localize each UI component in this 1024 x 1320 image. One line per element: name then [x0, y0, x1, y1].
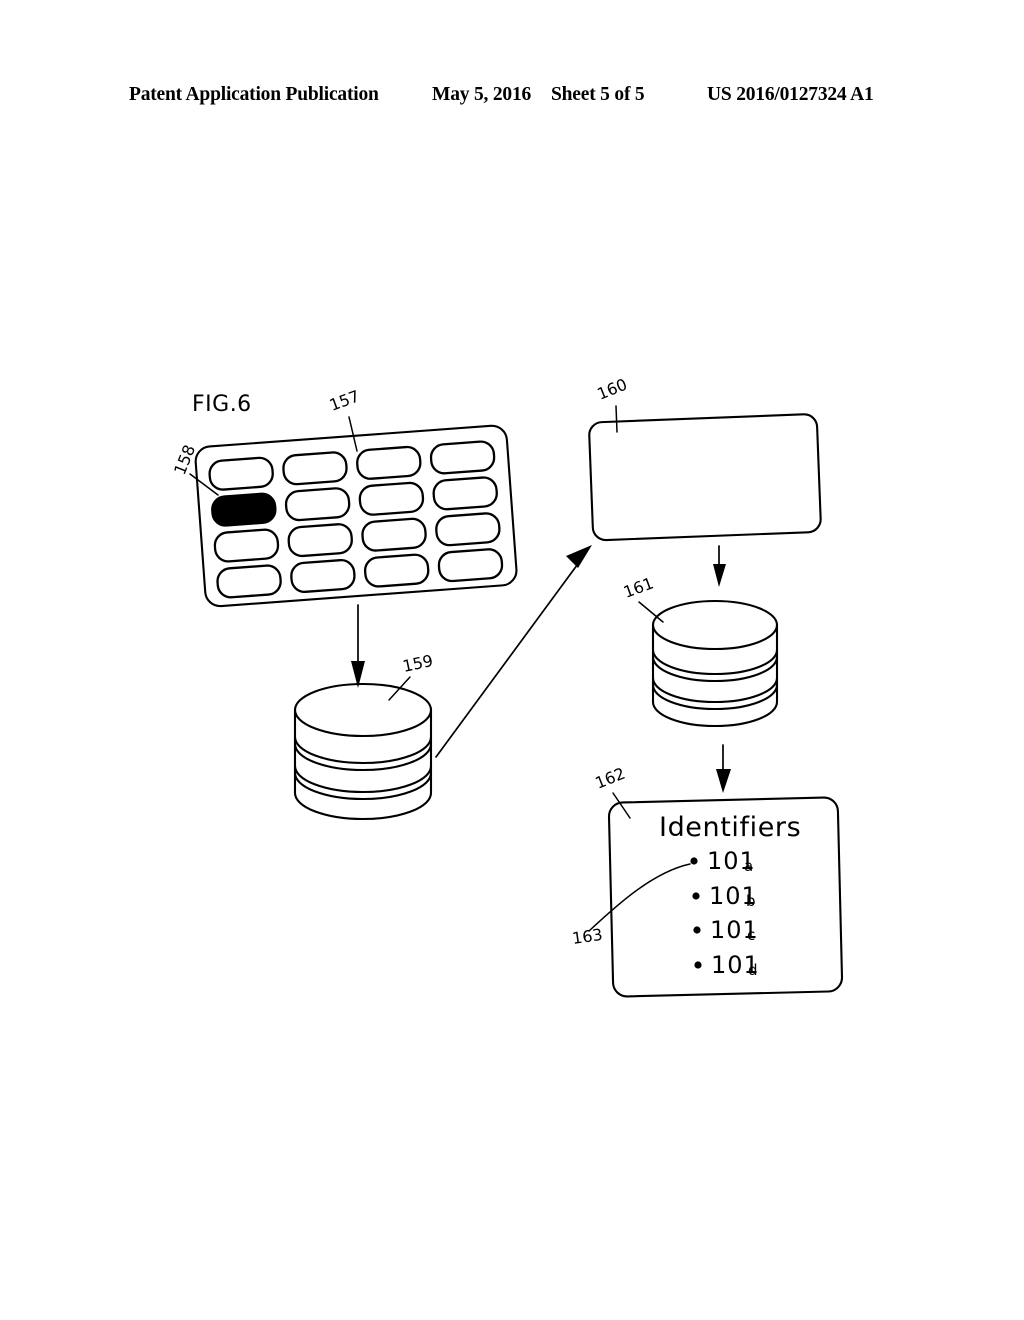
- blister-cell[interactable]: [213, 528, 280, 563]
- blister-cell[interactable]: [284, 487, 351, 522]
- reference-162-text: 162: [592, 764, 627, 793]
- bullet-icon: [694, 961, 702, 969]
- blister-cell-selected[interactable]: [211, 492, 277, 527]
- blister-cell[interactable]: [435, 512, 501, 547]
- bullet-icon: [690, 857, 698, 865]
- database-159[interactable]: [293, 682, 433, 821]
- list-item[interactable]: 101 d: [694, 951, 759, 979]
- blister-cell[interactable]: [287, 523, 353, 558]
- blister-cell[interactable]: [208, 456, 274, 491]
- database-161[interactable]: [651, 599, 779, 728]
- identifiers-list: 101 a 101 b 101 c 101 d: [690, 847, 759, 979]
- blister-cell[interactable]: [429, 440, 496, 475]
- identifier-subscript: b: [746, 892, 756, 910]
- reference-160-text: 160: [594, 375, 629, 404]
- blister-cell[interactable]: [290, 559, 356, 594]
- patent-figure-drawing: FIG.6 157 158 159 160 161 162 Identifier…: [0, 0, 1024, 1320]
- reference-161: 161: [621, 573, 664, 623]
- arrow-pack-to-db1: [351, 604, 365, 688]
- reference-163-text: 163: [571, 925, 604, 948]
- blister-cell[interactable]: [356, 445, 422, 480]
- reference-157: 157: [327, 386, 362, 452]
- device-box-160[interactable]: [588, 413, 822, 542]
- bullet-icon: [693, 926, 701, 934]
- reference-158-text: 158: [170, 442, 199, 477]
- list-item[interactable]: 101 b: [692, 882, 757, 910]
- identifier-subscript: c: [747, 926, 755, 944]
- identifiers-title: Identifiers: [659, 812, 801, 843]
- reference-163: 163: [571, 863, 691, 948]
- reference-161-text: 161: [621, 573, 656, 601]
- blister-cell[interactable]: [216, 564, 282, 599]
- identifier-subscript: d: [748, 961, 758, 979]
- arrow-box160-to-db2: [713, 545, 726, 587]
- blister-cell[interactable]: [361, 517, 427, 552]
- arrow-db2-to-identifiers: [716, 744, 731, 793]
- list-item[interactable]: 101 c: [693, 916, 758, 944]
- blister-cell[interactable]: [363, 553, 430, 588]
- blister-pack[interactable]: [194, 424, 518, 608]
- bullet-icon: [692, 892, 700, 900]
- blister-cell[interactable]: [437, 548, 504, 583]
- identifier-subscript: a: [744, 857, 753, 875]
- blister-cell[interactable]: [432, 476, 498, 511]
- blister-cell[interactable]: [358, 481, 425, 516]
- figure-label: FIG.6: [192, 392, 252, 417]
- blister-cell[interactable]: [282, 451, 348, 486]
- reference-159-text: 159: [401, 651, 435, 676]
- list-item[interactable]: 101 a: [690, 847, 755, 875]
- reference-157-text: 157: [327, 386, 362, 414]
